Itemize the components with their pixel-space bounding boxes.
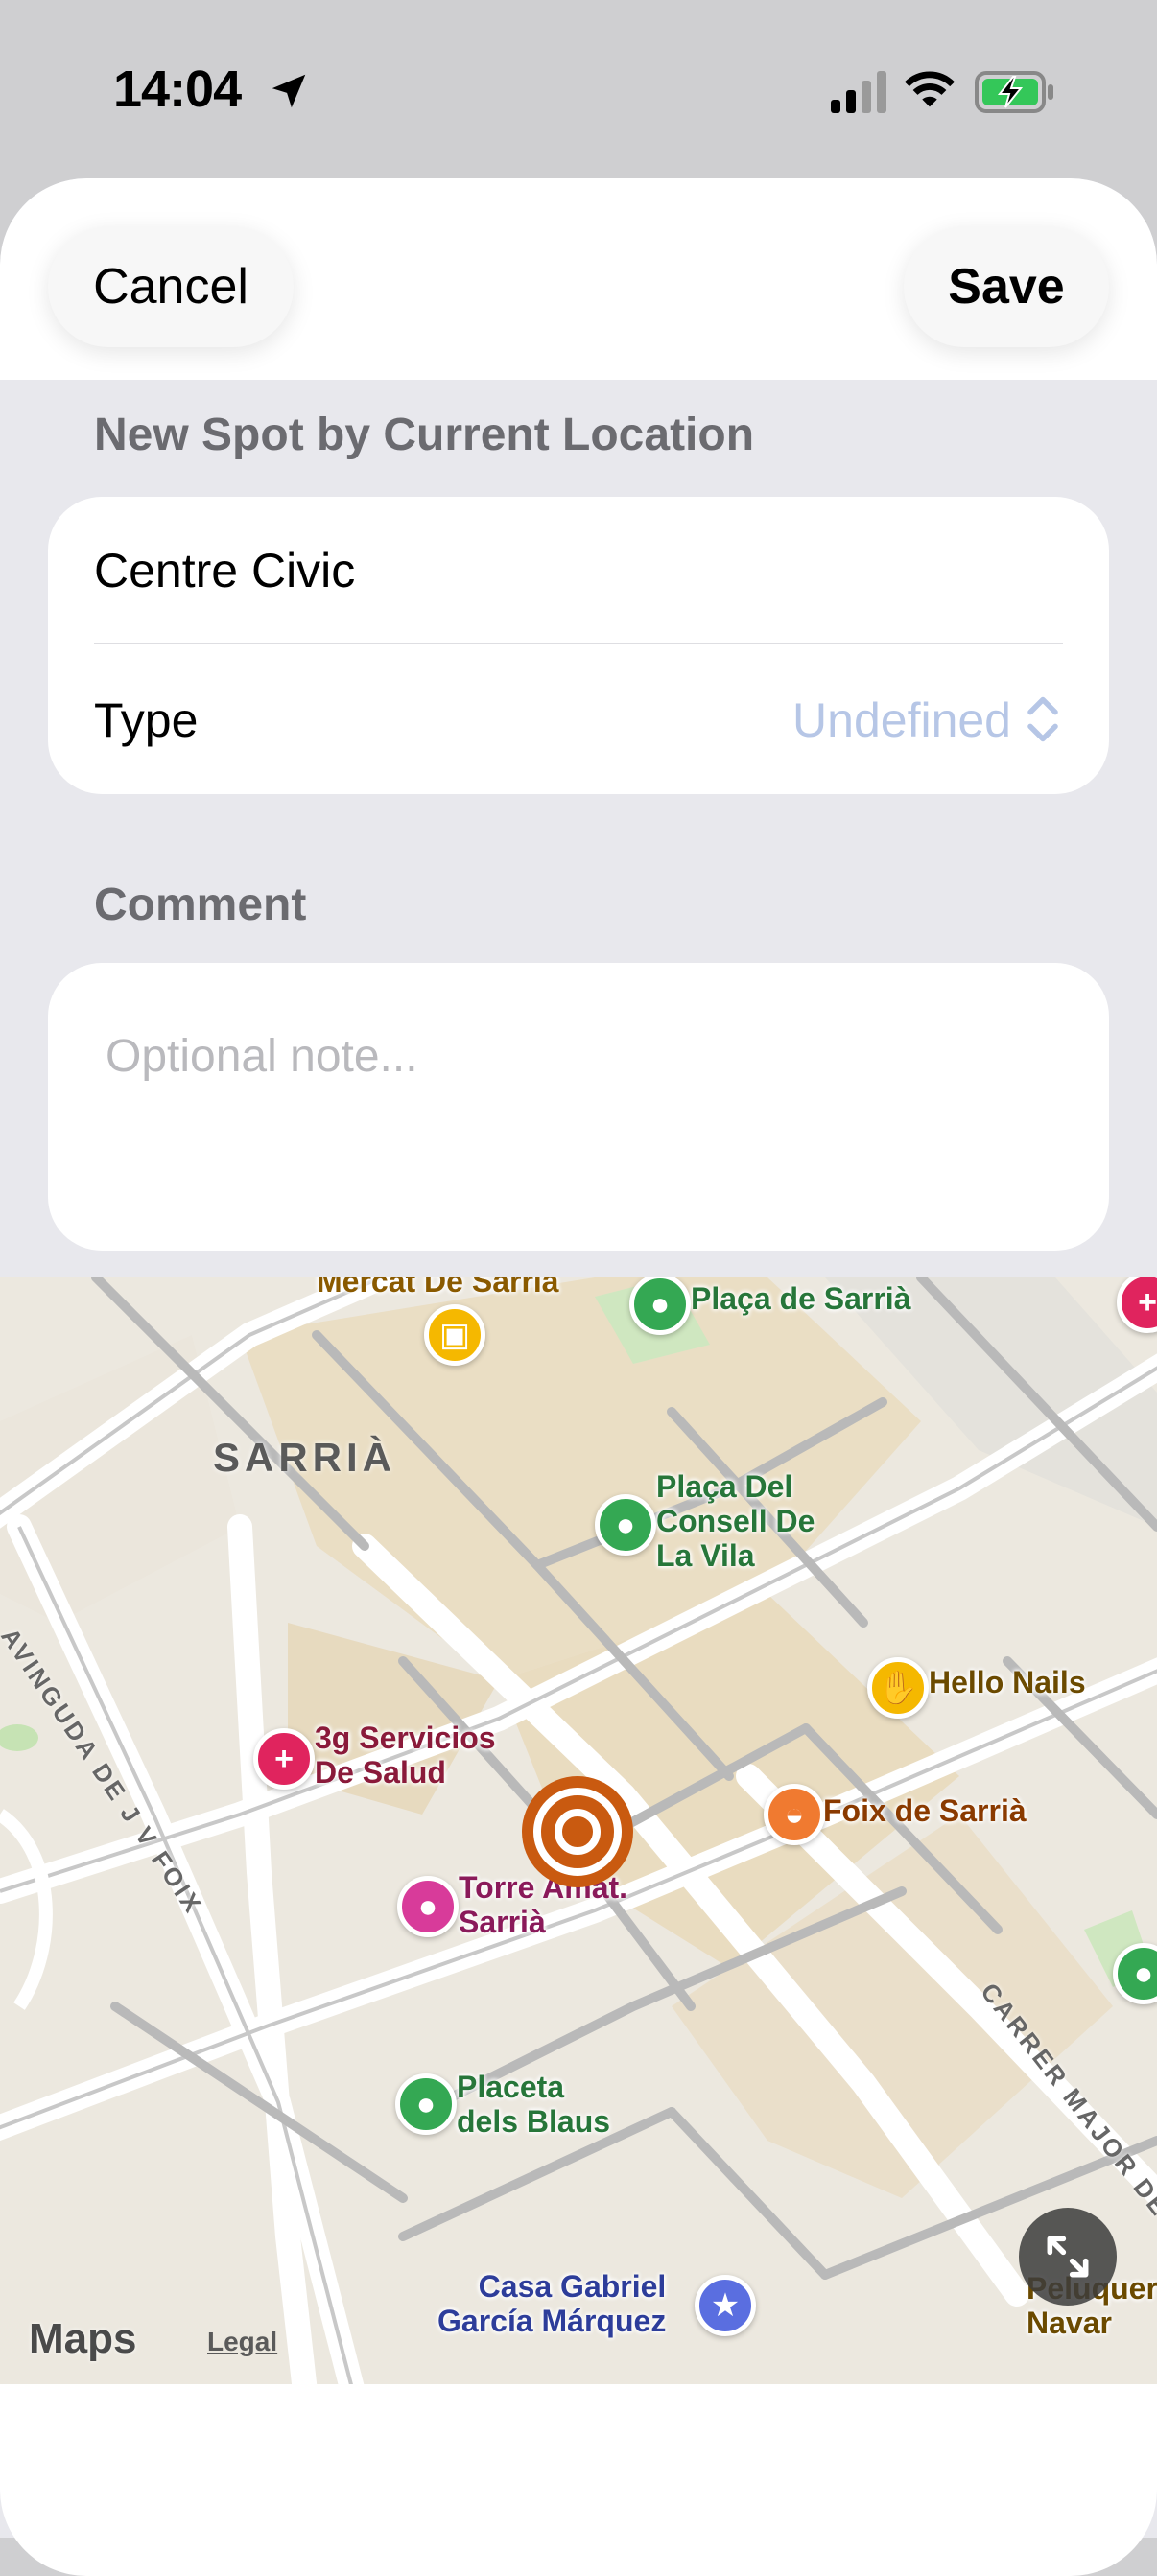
sheet-header: Cancel Save [0, 178, 1157, 380]
bottom-card [0, 2384, 1157, 2576]
poi-placa-sarria-label[interactable]: Plaça de Sarrià [691, 1281, 910, 1316]
poi-casa-gabriel-label[interactable]: Casa Gabriel García Márquez [437, 2269, 666, 2338]
cellular-signal-icon [831, 71, 886, 113]
poi-placa-consell-label[interactable]: Plaça Del Consell De La Vila [656, 1469, 815, 1573]
poi-3g-servicios-label[interactable]: 3g Servicios De Salud [315, 1721, 496, 1790]
current-location-pin-icon[interactable] [520, 1774, 635, 1889]
poi-placeta-blaus-label[interactable]: Placeta dels Blaus [457, 2070, 610, 2139]
spot-name-field[interactable]: Centre Civic [94, 543, 355, 598]
medical-cross-icon[interactable]: + [253, 1728, 315, 1790]
shopping-bag-icon[interactable]: ▣ [424, 1304, 485, 1366]
comment-placeholder: Optional note... [106, 1031, 418, 1082]
status-time: 14:04 [113, 60, 242, 118]
spot-details-card: Centre Civic Type Undefined [48, 497, 1109, 794]
park-icon[interactable]: ● [595, 1494, 656, 1556]
maps-brand-text: Maps [29, 2315, 137, 2362]
star-landmark-icon[interactable]: ★ [695, 2275, 756, 2336]
section-title: New Spot by Current Location [94, 410, 755, 460]
type-picker[interactable]: Undefined [792, 692, 1011, 748]
expand-map-button[interactable] [1019, 2208, 1117, 2306]
legal-link[interactable]: Legal [207, 2327, 277, 2357]
nail-salon-icon[interactable]: ✋ [867, 1657, 929, 1719]
status-bar: 14:04 [0, 0, 1157, 182]
poi-foix-label[interactable]: Foix de Sarrià [823, 1793, 1027, 1828]
cancel-button[interactable]: Cancel [48, 226, 294, 347]
district-label: SARRIÀ [213, 1435, 397, 1480]
map-view[interactable]: AVINGUDA DE J V FOIX CARRER MAJOR DE SAR… [0, 1277, 1157, 2386]
expand-arrows-icon [1047, 2236, 1089, 2278]
apple-maps-logo: Maps [29, 2315, 136, 2363]
bakery-icon[interactable]: ◒ [764, 1784, 825, 1845]
battery-charging-icon [975, 71, 1053, 113]
point-of-interest-icon[interactable]: ● [397, 1876, 459, 1937]
poi-hello-nails-label[interactable]: Hello Nails [929, 1665, 1086, 1699]
location-arrow-icon [272, 74, 306, 108]
park-icon[interactable]: ● [395, 2073, 457, 2135]
divider [94, 643, 1063, 644]
wifi-icon [904, 71, 956, 107]
type-label: Type [94, 693, 199, 747]
comment-title: Comment [94, 879, 307, 930]
save-button[interactable]: Save [904, 226, 1109, 347]
poi-mercat-label[interactable]: Mercat De Sarrià [317, 1277, 559, 1299]
chevron-up-down-icon[interactable] [1025, 694, 1061, 744]
comment-field[interactable]: Optional note... [48, 963, 1109, 1251]
